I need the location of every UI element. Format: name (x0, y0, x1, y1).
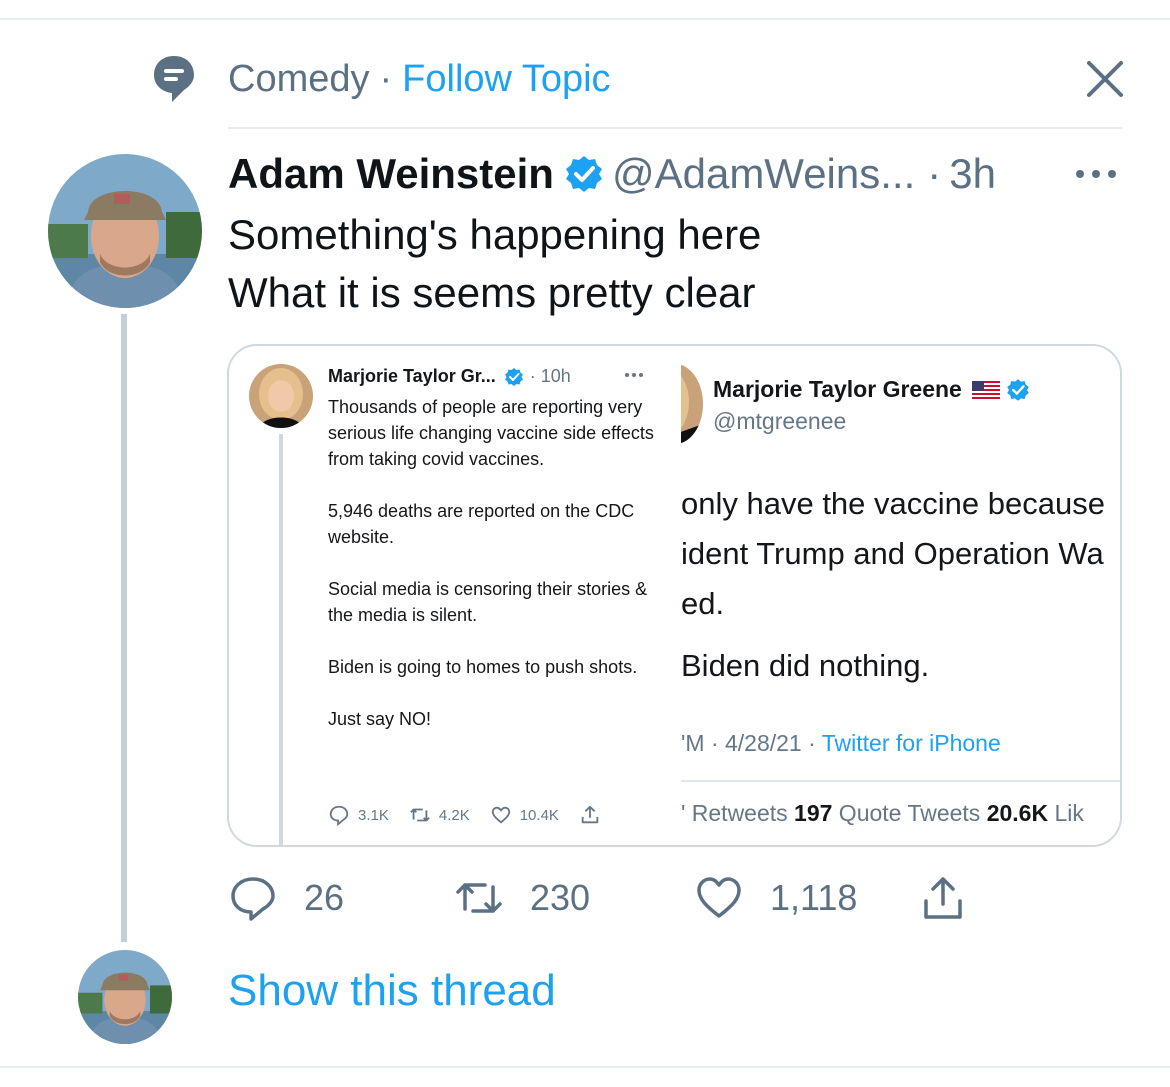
embedded-retweet-count: 4.2K (438, 806, 470, 824)
follow-topic-link[interactable]: Follow Topic (402, 58, 610, 101)
embedded-share (579, 804, 609, 826)
tweet-actions: 26 230 1,118 (228, 870, 988, 926)
embedded-right-handle: @mtgreenee (713, 408, 847, 434)
tweet-header: Adam Weinstein @AdamWeins... · 3h (228, 146, 996, 202)
embedded-paragraph: Social media is censoring their stories … (328, 579, 648, 625)
thread-connector (121, 314, 127, 942)
tweet-text-line: What it is seems pretty clear (228, 269, 756, 316)
embedded-right-line: ident Trump and Operation Wa (681, 536, 1104, 571)
reply-icon (329, 805, 349, 826)
retweet-button[interactable]: 230 (454, 870, 590, 926)
author-avatar[interactable] (48, 154, 202, 308)
embedded-paragraph: Thousands of people are reporting very s… (328, 397, 654, 469)
topic-divider (228, 127, 1122, 129)
topic-separator: · (379, 57, 393, 100)
author-handle[interactable]: @AdamWeins... (612, 150, 915, 198)
tweet-text: Something's happening here What it is se… (228, 206, 761, 322)
bottom-divider (0, 1066, 1170, 1068)
more-icon (625, 373, 643, 377)
embedded-avatar-cropped (681, 364, 703, 444)
embedded-time: · 10h (529, 366, 571, 386)
tweet-media[interactable]: Marjorie Taylor Gr... · 10h Thousands of… (227, 344, 1122, 847)
tweet-text-line: Something's happening here (228, 211, 762, 258)
embedded-author-name: Marjorie Taylor Gr... (328, 366, 496, 386)
embedded-right-date: 'M · 4/28/21 · (681, 730, 822, 756)
embedded-reply-count: 3.1K (358, 806, 389, 824)
embedded-right-source: Twitter for iPhone (821, 730, 1001, 756)
embedded-text: Thousands of people are reporting very s… (328, 394, 658, 758)
embedded-paragraph: 5,946 deaths are reported on the CDC web… (328, 501, 635, 547)
tweet-time[interactable]: 3h (949, 150, 996, 198)
embedded-right-header: Marjorie Taylor Greene (713, 376, 1030, 403)
topic-name[interactable]: Comedy (228, 58, 370, 101)
close-icon[interactable] (1082, 56, 1128, 102)
embedded-right-likes-count: 20.6K (986, 800, 1049, 826)
topic-header: Comedy · Follow Topic (228, 56, 611, 102)
like-button[interactable]: 1,118 (694, 870, 857, 926)
embedded-right-stats: ' Retweets 197 Quote Tweets 20.6K Lik (681, 800, 1084, 827)
embedded-actions: 3.1K 4.2K 10.4K (328, 804, 629, 826)
embedded-header: Marjorie Taylor Gr... · 10h (328, 366, 571, 387)
embedded-right-quote-label: Quote Tweets (832, 800, 987, 826)
header-separator: · (927, 150, 942, 197)
embedded-right-likes-label: Lik (1048, 800, 1084, 826)
share-icon (581, 805, 599, 824)
reply-icon (231, 877, 275, 921)
embedded-right-retweets-label: ' Retweets (681, 800, 795, 826)
retweet-icon (410, 808, 430, 822)
thread-avatar[interactable] (78, 950, 172, 1044)
embedded-avatar (249, 364, 313, 428)
embedded-like-count: 10.4K (519, 806, 559, 824)
embedded-retweet: 4.2K (409, 804, 470, 826)
embedded-right-line: ed. (681, 586, 725, 621)
reply-count: 26 (304, 877, 345, 918)
screenshot-right: Marjorie Taylor Greene @mtgreenee only h… (681, 346, 1120, 845)
author-name[interactable]: Adam Weinstein (228, 150, 554, 198)
share-button[interactable] (918, 870, 994, 926)
share-icon (924, 877, 962, 919)
verified-icon (565, 156, 602, 192)
embedded-reply: 3.1K (328, 804, 389, 826)
like-count: 1,118 (770, 877, 858, 918)
embedded-like: 10.4K (490, 804, 559, 826)
more-icon[interactable] (1074, 162, 1118, 186)
retweet-icon (456, 883, 502, 913)
embedded-paragraph: Just say NO! (328, 709, 432, 729)
topic-icon (154, 56, 194, 102)
verified-icon (504, 367, 523, 386)
like-icon (697, 877, 741, 918)
screenshot-left: Marjorie Taylor Gr... · 10h Thousands of… (229, 346, 681, 845)
embedded-right-line: only have the vaccine because (681, 486, 1105, 521)
like-icon (491, 806, 510, 824)
embedded-right-line: Biden did nothing. (681, 648, 930, 683)
show-thread-link[interactable]: Show this thread (228, 966, 556, 1016)
embedded-right-quote-count: 197 (794, 800, 833, 826)
embedded-thread-line (279, 434, 283, 845)
embedded-right-divider (681, 780, 1120, 782)
embedded-right-meta: 'M · 4/28/21 · Twitter for iPhone (681, 730, 1001, 757)
retweet-count: 230 (530, 877, 591, 918)
reply-button[interactable]: 26 (228, 870, 344, 926)
embedded-right-author-name: Marjorie Taylor Greene (713, 376, 962, 402)
verified-icon (1007, 378, 1029, 401)
us-flag-icon (971, 380, 1000, 399)
embedded-paragraph: Biden is going to homes to push shots. (328, 657, 638, 677)
top-divider (0, 18, 1170, 20)
